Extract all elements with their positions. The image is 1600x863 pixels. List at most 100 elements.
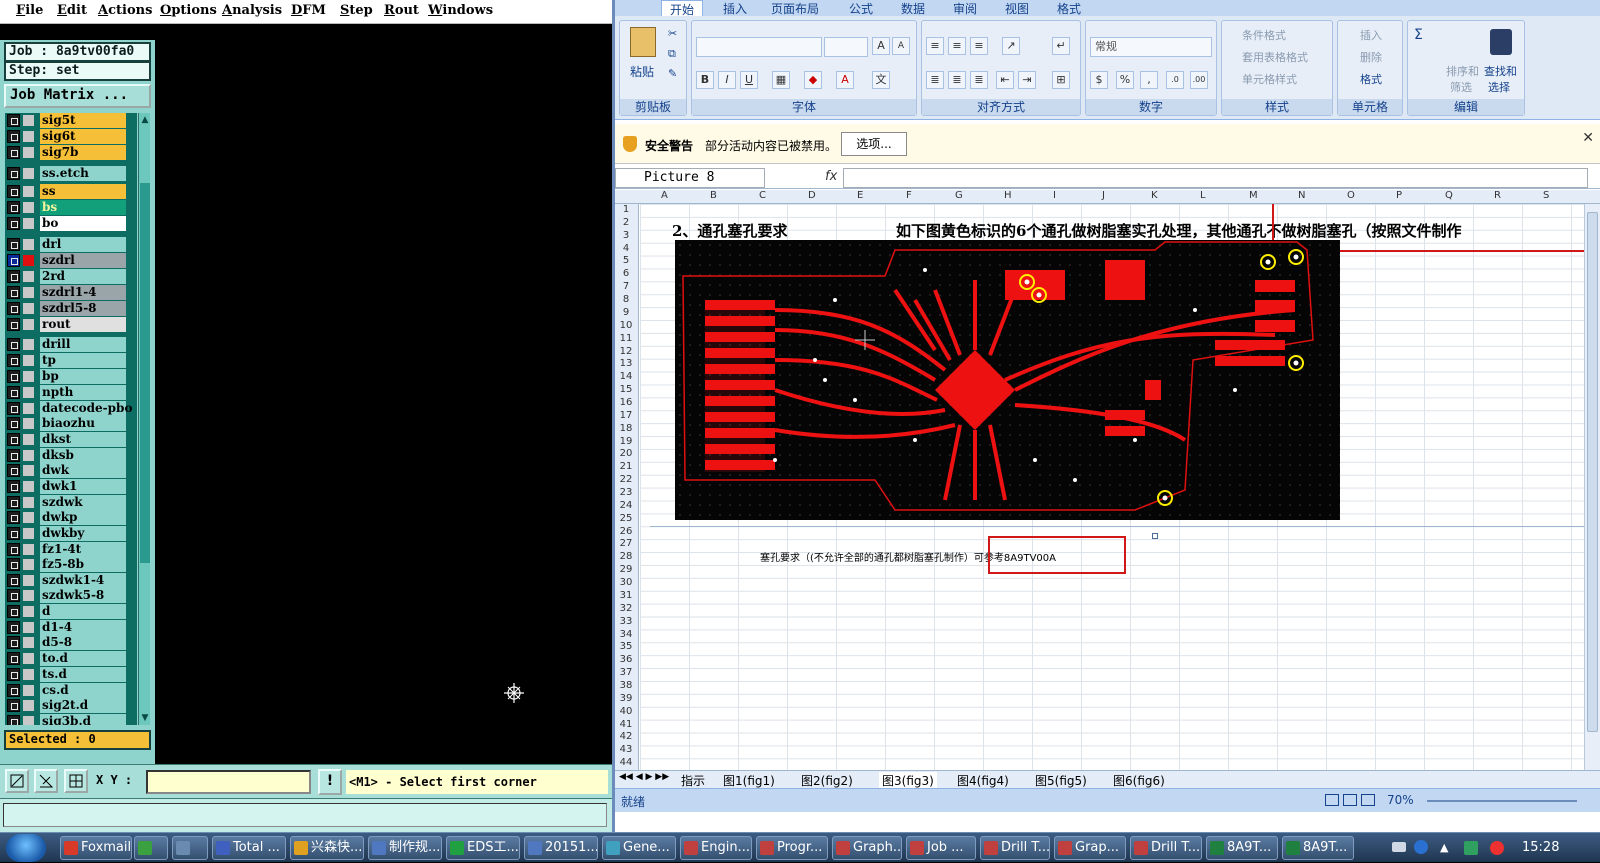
row-header[interactable]: 38 <box>615 680 637 691</box>
layer-row-tp[interactable]: tp <box>5 353 137 368</box>
shrink-font-icon[interactable]: A <box>892 37 910 55</box>
row-header[interactable]: 32 <box>615 603 637 614</box>
row-header[interactable]: 16 <box>615 397 637 408</box>
layer-name[interactable]: d5-8 <box>40 635 126 650</box>
layer-checkbox[interactable] <box>7 417 20 430</box>
layer-row-sig7b[interactable]: sig7b <box>5 145 137 160</box>
layer-checkbox[interactable] <box>7 286 20 299</box>
tab-1[interactable]: 插入 <box>723 0 747 17</box>
layer-name[interactable]: dwk <box>40 463 126 478</box>
layer-name[interactable]: fz1-4t <box>40 542 126 557</box>
row-header[interactable]: 23 <box>615 487 637 498</box>
layer-color-swatch[interactable] <box>23 544 34 555</box>
column-header[interactable]: Q <box>1445 190 1453 201</box>
increase-indent-icon[interactable]: ⇥ <box>1018 71 1036 89</box>
scroll-thumb[interactable] <box>140 183 150 563</box>
layer-checkbox[interactable] <box>7 589 20 602</box>
row-header[interactable]: 31 <box>615 590 637 601</box>
layer-color-swatch[interactable] <box>23 239 34 250</box>
layer-name[interactable]: to.d <box>40 651 126 666</box>
layer-row-drill[interactable]: drill <box>5 337 137 352</box>
pcb-picture[interactable] <box>675 240 1340 520</box>
layer-checkbox[interactable] <box>7 511 20 524</box>
antivirus-icon[interactable] <box>1490 841 1504 855</box>
layer-row-2rd[interactable]: 2rd <box>5 269 137 284</box>
taskbar-item[interactable]: 制作规... <box>368 836 442 860</box>
layer-color-swatch[interactable] <box>23 355 34 366</box>
layer-color-swatch[interactable] <box>23 450 34 461</box>
row-header[interactable]: 18 <box>615 423 637 434</box>
layer-row-drl[interactable]: drl <box>5 237 137 252</box>
row-header[interactable]: 40 <box>615 706 637 717</box>
layer-color-swatch[interactable] <box>23 287 34 298</box>
layer-color-swatch[interactable] <box>23 434 34 445</box>
layer-row-bs[interactable]: bs <box>5 200 137 215</box>
layer-color-swatch[interactable] <box>23 512 34 523</box>
layer-name[interactable]: npth <box>40 385 126 400</box>
layer-row-dkst[interactable]: dkst <box>5 432 137 447</box>
zoom-level[interactable]: 70% <box>1387 793 1414 807</box>
sheet-tab[interactable]: 图3(fig3) <box>879 772 937 789</box>
row-header[interactable]: 34 <box>615 629 637 640</box>
row-header[interactable]: 19 <box>615 436 637 447</box>
taskbar-item[interactable]: 20151... <box>524 836 598 860</box>
layer-checkbox[interactable] <box>7 386 20 399</box>
row-header[interactable]: 29 <box>615 564 637 575</box>
layer-row-szdwk5-8[interactable]: szdwk5-8 <box>5 588 137 603</box>
layer-row-dwkby[interactable]: dwkby <box>5 526 137 541</box>
format-painter-icon[interactable]: ✎ <box>668 67 677 80</box>
layer-checkbox[interactable] <box>7 402 20 415</box>
sort-filter-line2[interactable]: 筛选 <box>1450 79 1472 95</box>
layer-checkbox[interactable] <box>7 201 20 214</box>
layer-color-swatch[interactable] <box>23 131 34 142</box>
layer-row-sig6t[interactable]: sig6t <box>5 129 137 144</box>
paste-button[interactable]: 粘贴 <box>630 63 654 80</box>
align-middle-icon[interactable]: ≡ <box>948 37 966 55</box>
layer-checkbox[interactable] <box>7 574 20 587</box>
menu-file[interactable]: File <box>16 3 43 18</box>
menu-actions[interactable]: Actions <box>98 3 152 18</box>
layer-checkbox[interactable] <box>7 254 20 267</box>
layer-name[interactable]: szdwk5-8 <box>40 588 126 603</box>
layer-checkbox[interactable] <box>7 370 20 383</box>
layer-row-sig5t[interactable]: sig5t <box>5 113 137 128</box>
network-icon[interactable] <box>1464 841 1478 855</box>
font-name-combo[interactable] <box>696 37 822 57</box>
layer-name[interactable]: cs.d <box>40 683 126 698</box>
layer-row-fz5-8b[interactable]: fz5-8b <box>5 557 137 572</box>
fx-button[interactable]: fx <box>825 169 837 184</box>
layer-color-swatch[interactable] <box>23 700 34 711</box>
cell-style-button[interactable]: 单元格样式 <box>1242 71 1297 87</box>
layer-color-swatch[interactable] <box>23 590 34 601</box>
layer-name[interactable]: sig3b.d <box>40 714 126 725</box>
wrap-text-icon[interactable]: ↵ <box>1052 37 1070 55</box>
menu-dfm[interactable]: DFM <box>291 3 326 18</box>
measure-tool-button[interactable] <box>34 769 58 793</box>
layer-checkbox[interactable] <box>7 527 20 540</box>
layer-list-scrollbar[interactable]: ▲ ▼ <box>138 113 150 725</box>
normal-view-icon[interactable] <box>1325 794 1339 806</box>
tray-expand-icon[interactable]: ▲ <box>1440 841 1448 854</box>
row-header[interactable]: 37 <box>615 667 637 678</box>
tab-5[interactable]: 审阅 <box>953 0 977 17</box>
layer-row-rout[interactable]: rout <box>5 317 137 332</box>
tab-7[interactable]: 格式 <box>1057 0 1081 17</box>
layer-name[interactable]: dkst <box>40 432 126 447</box>
layer-color-swatch[interactable] <box>23 339 34 350</box>
sheet-tab[interactable]: 图6(fig6) <box>1113 772 1165 789</box>
layer-row-ts.d[interactable]: ts.d <box>5 667 137 682</box>
layer-color-swatch[interactable] <box>23 418 34 429</box>
tab-2[interactable]: 页面布局 <box>771 0 819 17</box>
layer-row-szdrl1-4[interactable]: szdrl1-4 <box>5 285 137 300</box>
layer-checkbox[interactable] <box>7 185 20 198</box>
layer-row-dwkp[interactable]: dwkp <box>5 510 137 525</box>
grid-tool-button[interactable] <box>64 769 88 793</box>
number-format-combo[interactable]: 常规 <box>1090 37 1212 57</box>
column-header[interactable]: J <box>1102 190 1105 201</box>
keyboard-icon[interactable] <box>1392 842 1406 852</box>
row-header[interactable]: 13 <box>615 358 637 369</box>
menu-edit[interactable]: Edit <box>57 3 87 18</box>
taskbar-item[interactable]: Drill T... <box>1130 836 1202 860</box>
layer-name[interactable]: bo <box>40 216 126 231</box>
layer-color-swatch[interactable] <box>23 559 34 570</box>
